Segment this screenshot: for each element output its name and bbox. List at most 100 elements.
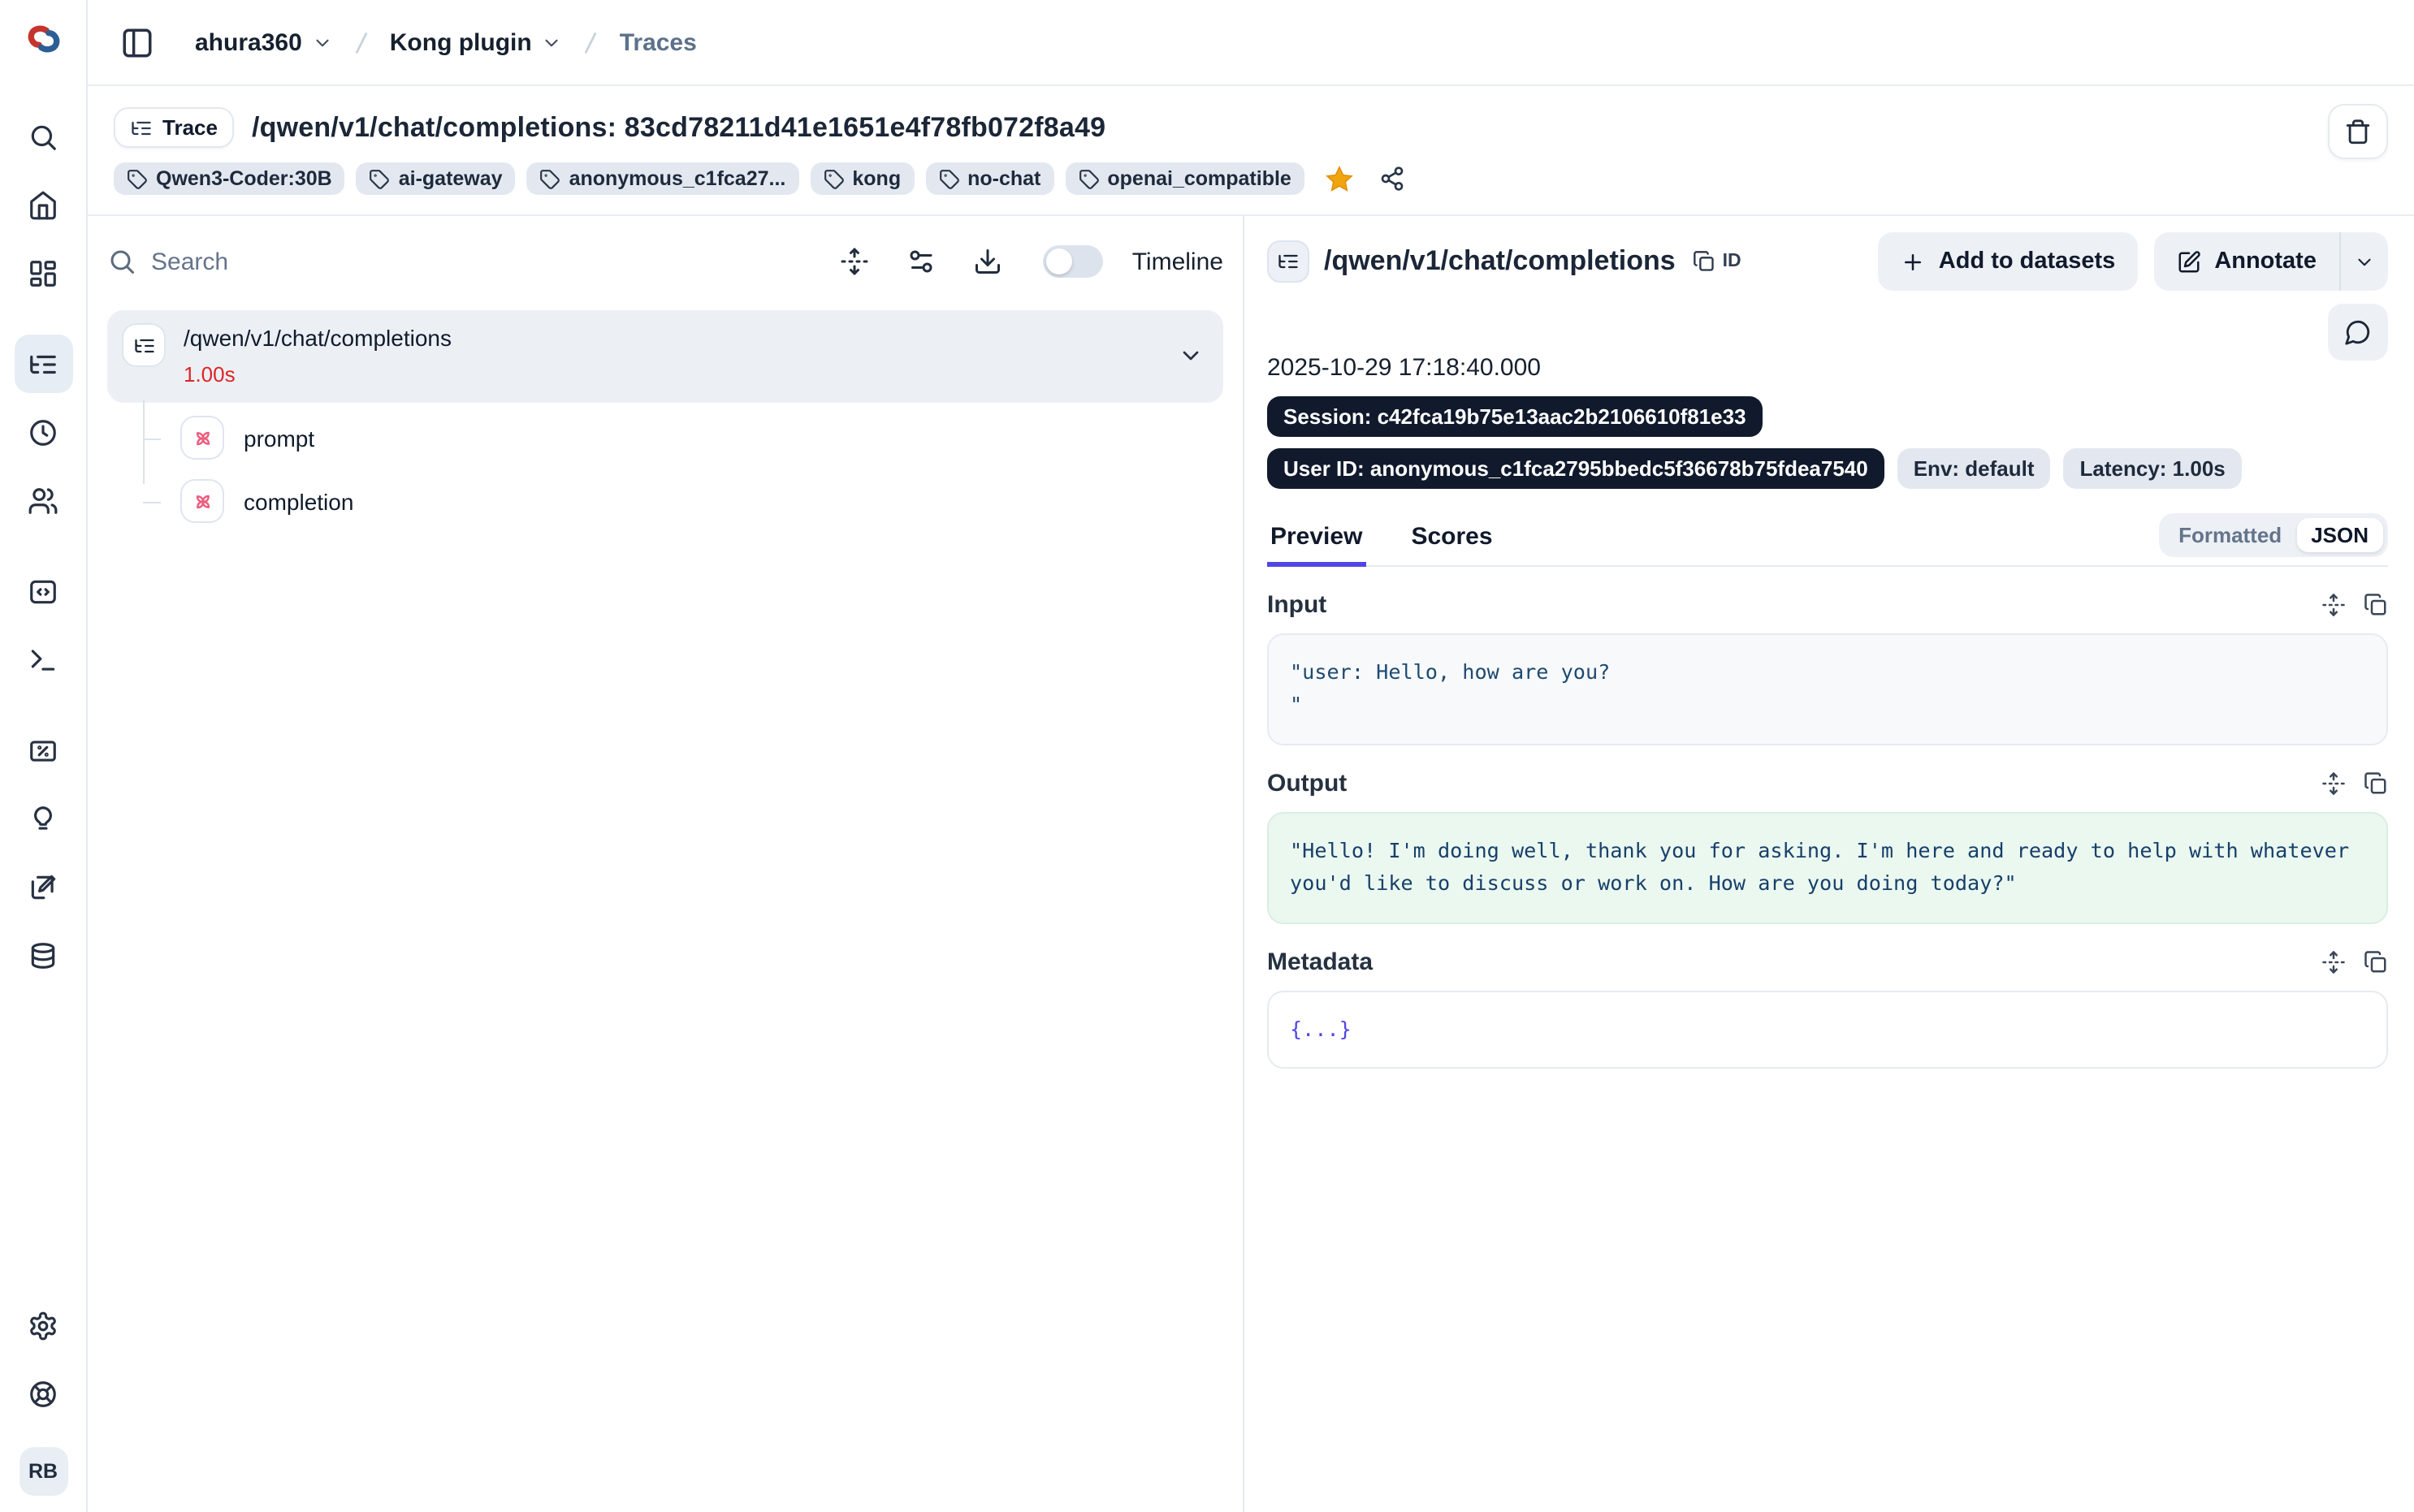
add-to-datasets-button[interactable]: Add to datasets bbox=[1879, 232, 2139, 291]
sidebar-item-playground[interactable] bbox=[14, 630, 72, 689]
detail-header: /qwen/v1/chat/completions ID Add to data… bbox=[1267, 232, 2388, 291]
format-option-json[interactable]: JSON bbox=[2296, 518, 2383, 552]
sidebar-item-datasets[interactable] bbox=[14, 926, 72, 984]
env-badge: Env: default bbox=[1897, 448, 2051, 489]
list-tree-icon bbox=[132, 334, 155, 356]
home-icon bbox=[28, 189, 58, 220]
annotate-button-group: Annotate bbox=[2154, 232, 2388, 291]
tree-root-row[interactable]: /qwen/v1/chat/completions 1.00s bbox=[107, 310, 1223, 403]
tag-label: ai-gateway bbox=[399, 167, 503, 190]
sidebar-item-evaluation[interactable] bbox=[14, 721, 72, 780]
metadata-content: {...} bbox=[1267, 990, 2388, 1069]
detail-actions: Add to datasets Annotate bbox=[1879, 232, 2388, 291]
tags-row: Qwen3-Coder:30B ai-gateway anonymous_c1f… bbox=[114, 162, 2388, 195]
chevron-down-icon[interactable] bbox=[1178, 342, 1204, 368]
sidebar-item-home[interactable] bbox=[14, 175, 72, 234]
user-id-badge[interactable]: User ID: anonymous_c1fca2795bbedc5f36678… bbox=[1267, 448, 1884, 489]
badge-row: User ID: anonymous_c1fca2795bbedc5f36678… bbox=[1267, 448, 2388, 489]
tab-preview[interactable]: Preview bbox=[1267, 513, 1365, 565]
delete-trace-button[interactable] bbox=[2328, 104, 2388, 159]
tag-label: no-chat bbox=[967, 167, 1040, 190]
tree-item-completion[interactable]: completion bbox=[107, 469, 1223, 533]
timeline-toggle[interactable] bbox=[1043, 245, 1103, 278]
breadcrumb: ahura360 Kong plugin Traces bbox=[195, 28, 697, 56]
tag-label: Qwen3-Coder:30B bbox=[156, 167, 332, 190]
project-selector[interactable]: Kong plugin bbox=[390, 28, 563, 56]
share-button[interactable] bbox=[1379, 166, 1405, 192]
sidebar-item-insights[interactable] bbox=[14, 789, 72, 848]
tree-settings-button[interactable] bbox=[906, 247, 936, 276]
event-badge bbox=[180, 416, 224, 460]
terminal-icon bbox=[28, 644, 58, 675]
search-input[interactable] bbox=[151, 248, 803, 275]
bookmark-star-button[interactable] bbox=[1324, 163, 1355, 194]
annotate-dropdown-button[interactable] bbox=[2339, 232, 2388, 291]
tree-root-name: /qwen/v1/chat/completions bbox=[184, 323, 452, 351]
sidebar-item-search[interactable] bbox=[14, 107, 72, 166]
input-section-header: Input bbox=[1267, 591, 2388, 619]
sidebar-item-settings[interactable] bbox=[14, 1296, 72, 1354]
detail-title: /qwen/v1/chat/completions bbox=[1324, 245, 1676, 278]
input-section: Input "user: Hello, how are you? " bbox=[1267, 591, 2388, 745]
project-name: Kong plugin bbox=[390, 28, 532, 56]
sidebar-item-users[interactable] bbox=[14, 471, 72, 529]
tag[interactable]: anonymous_c1fca27... bbox=[527, 162, 799, 195]
collapse-all-button[interactable] bbox=[840, 247, 869, 276]
copy-icon[interactable] bbox=[2364, 593, 2388, 617]
chevron-down-icon bbox=[542, 32, 563, 53]
copy-icon[interactable] bbox=[2364, 771, 2388, 796]
tree-root-latency: 1.00s bbox=[184, 362, 452, 387]
tag[interactable]: no-chat bbox=[925, 162, 1053, 195]
clock-icon bbox=[28, 417, 58, 447]
copy-id-button[interactable]: ID bbox=[1694, 250, 1741, 273]
collapse-section-button[interactable] bbox=[2321, 949, 2346, 974]
sidebar-item-dashboards[interactable] bbox=[14, 244, 72, 302]
tree-root-meta: /qwen/v1/chat/completions 1.00s bbox=[184, 323, 452, 387]
panel-toggle-button[interactable] bbox=[110, 16, 162, 68]
latency-badge: Latency: 1.00s bbox=[2064, 448, 2242, 489]
download-button[interactable] bbox=[973, 247, 1002, 276]
breadcrumb-page[interactable]: Traces bbox=[620, 28, 697, 56]
tag-label: kong bbox=[852, 167, 901, 190]
tag-label: openai_compatible bbox=[1107, 167, 1291, 190]
code-card-icon bbox=[28, 576, 58, 607]
sidebar-item-prompts[interactable] bbox=[14, 562, 72, 620]
metadata-section: Metadata {...} bbox=[1267, 948, 2388, 1069]
user-avatar[interactable]: RB bbox=[19, 1447, 67, 1496]
tag[interactable]: openai_compatible bbox=[1065, 162, 1304, 195]
tree-children: prompt completion bbox=[107, 406, 1223, 533]
metadata-title: Metadata bbox=[1267, 948, 1373, 975]
org-selector[interactable]: ahura360 bbox=[195, 28, 333, 56]
trace-timestamp: 2025-10-29 17:18:40.000 bbox=[1267, 354, 2388, 382]
users-icon bbox=[28, 485, 58, 516]
left-rail: RB bbox=[0, 0, 88, 1512]
annotate-button[interactable]: Annotate bbox=[2154, 232, 2339, 291]
app-logo bbox=[15, 11, 71, 67]
tag[interactable]: Qwen3-Coder:30B bbox=[114, 162, 345, 195]
sidebar-item-tracing[interactable] bbox=[14, 335, 72, 393]
tree-item-prompt[interactable]: prompt bbox=[107, 406, 1223, 469]
trace-title-row: Trace /qwen/v1/chat/completions: 83cd782… bbox=[114, 107, 2388, 148]
metadata-section-header: Metadata bbox=[1267, 948, 2388, 975]
tag[interactable]: ai-gateway bbox=[357, 162, 516, 195]
collapse-section-button[interactable] bbox=[2321, 593, 2346, 617]
format-toggle: Formatted JSON bbox=[2159, 513, 2388, 557]
copy-icon[interactable] bbox=[2364, 949, 2388, 974]
sidebar-item-annotation[interactable] bbox=[14, 858, 72, 916]
detail-tabs: Preview Scores Formatted JSON bbox=[1267, 513, 2388, 567]
format-option-formatted[interactable]: Formatted bbox=[2164, 518, 2296, 552]
panel-left-icon bbox=[119, 25, 154, 59]
event-badge bbox=[180, 479, 224, 523]
output-content: "Hello! I'm doing well, thank you for as… bbox=[1267, 812, 2388, 924]
trace-type-label: Trace bbox=[162, 115, 218, 140]
main-column: ahura360 Kong plugin Traces Trace /qwe bbox=[88, 0, 2414, 1512]
comments-button[interactable] bbox=[2328, 304, 2388, 361]
sidebar-item-sessions[interactable] bbox=[14, 403, 72, 461]
pinwheel-event-icon bbox=[189, 488, 215, 514]
session-badge[interactable]: Session: c42fca19b75e13aac2b2106610f81e3… bbox=[1267, 396, 1763, 437]
tab-scores[interactable]: Scores bbox=[1408, 513, 1495, 565]
timeline-label: Timeline bbox=[1132, 248, 1223, 275]
tag[interactable]: kong bbox=[810, 162, 914, 195]
sidebar-item-support[interactable] bbox=[14, 1364, 72, 1423]
collapse-section-button[interactable] bbox=[2321, 771, 2346, 796]
